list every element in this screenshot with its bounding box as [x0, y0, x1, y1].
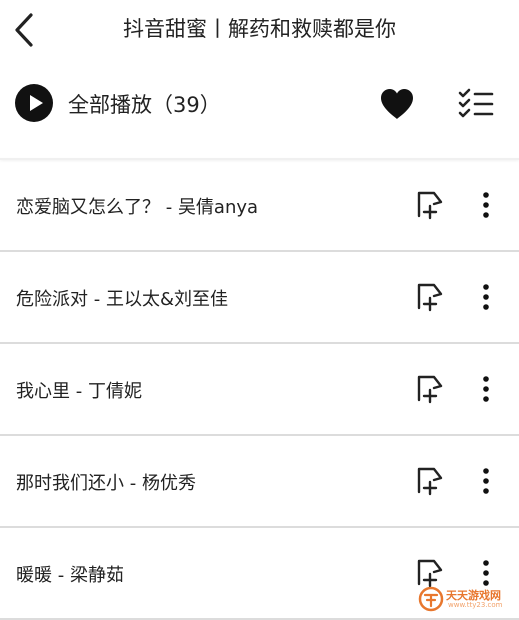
- favorite-button[interactable]: [378, 87, 416, 121]
- more-options-button[interactable]: [474, 189, 498, 221]
- add-to-playlist-icon: [417, 375, 443, 404]
- add-to-playlist-button[interactable]: [416, 190, 444, 220]
- song-row[interactable]: 那时我们还小 - 杨优秀: [0, 436, 519, 528]
- more-options-button[interactable]: [474, 281, 498, 313]
- song-title: 危险派对 - 王以太&刘至佳: [16, 289, 228, 310]
- watermark-logo-icon: [418, 586, 444, 612]
- play-all-label[interactable]: 全部播放（39）: [68, 89, 221, 119]
- song-title: 我心里 - 丁倩妮: [16, 381, 142, 402]
- song-row[interactable]: 恋爱脑又怎么了？ - 吴倩anya: [0, 160, 519, 252]
- play-all-bar: 全部播放（39）: [0, 74, 519, 132]
- add-to-playlist-button[interactable]: [416, 558, 444, 588]
- song-title: 那时我们还小 - 杨优秀: [16, 473, 196, 494]
- header: 抖音甜蜜丨解药和救赎都是你: [0, 0, 519, 60]
- add-to-playlist-button[interactable]: [416, 374, 444, 404]
- add-to-playlist-icon: [417, 283, 443, 312]
- watermark-url: www.tty23.com: [448, 601, 503, 609]
- playlist-page: 抖音甜蜜丨解药和救赎都是你 全部播放（39） 恋爱脑又怎么了？ - 吴倩anya…: [0, 0, 519, 620]
- more-vertical-icon: [483, 376, 489, 402]
- add-to-playlist-icon: [417, 467, 443, 496]
- back-button[interactable]: [8, 10, 40, 50]
- watermark: 天天游戏网 www.tty23.com: [418, 585, 519, 613]
- song-list: 恋爱脑又怎么了？ - 吴倩anya 危险派对 - 王以太&刘至佳 我心里 - 丁…: [0, 160, 519, 620]
- song-row[interactable]: 我心里 - 丁倩妮: [0, 344, 519, 436]
- song-row[interactable]: 危险派对 - 王以太&刘至佳: [0, 252, 519, 344]
- back-arrow-icon: [15, 13, 33, 47]
- more-options-button[interactable]: [474, 373, 498, 405]
- more-vertical-icon: [483, 284, 489, 310]
- add-to-playlist-button[interactable]: [416, 282, 444, 312]
- add-to-playlist-icon: [417, 191, 443, 220]
- page-title: 抖音甜蜜丨解药和救赎都是你: [123, 17, 396, 41]
- add-to-playlist-button[interactable]: [416, 466, 444, 496]
- more-vertical-icon: [483, 560, 489, 586]
- song-title: 恋爱脑又怎么了？ - 吴倩anya: [16, 197, 259, 218]
- add-to-playlist-icon: [417, 559, 443, 588]
- multi-select-button[interactable]: [456, 87, 496, 121]
- more-options-button[interactable]: [474, 465, 498, 497]
- more-vertical-icon: [483, 192, 489, 218]
- more-vertical-icon: [483, 468, 489, 494]
- play-all-button[interactable]: [15, 84, 53, 122]
- multi-select-icon: [458, 88, 494, 118]
- song-title: 暖暖 - 梁静茹: [16, 565, 124, 586]
- heart-icon: [381, 89, 413, 119]
